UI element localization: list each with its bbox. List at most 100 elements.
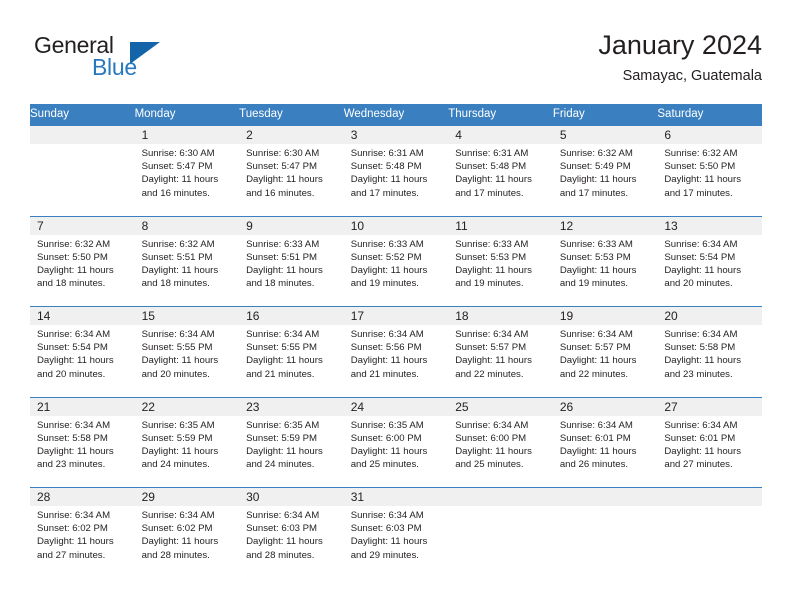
day-number[interactable]: 11	[448, 215, 553, 235]
day-number[interactable]: 15	[134, 306, 240, 325]
sunset-text: Sunset: 5:56 PM	[350, 342, 422, 354]
day-cell[interactable]: Sunrise: 6:34 AM Sunset: 5:58 PM Dayligh…	[657, 325, 762, 397]
day-cell[interactable]: Sunrise: 6:33 AM Sunset: 5:53 PM Dayligh…	[552, 234, 658, 307]
daylight-text-line1: Daylight: 11 hours	[559, 174, 637, 186]
daylight-text-line1: Daylight: 11 hours	[350, 445, 428, 457]
sunrise-text: Sunrise: 6:34 AM	[141, 510, 215, 521]
day-number[interactable]: 26	[552, 396, 658, 416]
day-cell[interactable]: Sunrise: 6:30 AM Sunset: 5:47 PM Dayligh…	[134, 144, 240, 216]
sunset-text: Sunset: 6:02 PM	[141, 523, 213, 535]
day-cell[interactable]: Sunrise: 6:34 AM Sunset: 5:58 PM Dayligh…	[30, 415, 135, 488]
day-number[interactable]	[448, 487, 553, 506]
day-cell[interactable]	[30, 144, 135, 216]
sunset-text: Sunset: 5:55 PM	[246, 342, 318, 354]
day-number[interactable]: 9	[239, 215, 344, 235]
day-number[interactable]: 13	[657, 215, 762, 235]
day-cell[interactable]: Sunrise: 6:35 AM Sunset: 5:59 PM Dayligh…	[239, 415, 344, 488]
sunrise-text: Sunrise: 6:34 AM	[664, 238, 738, 250]
sunrise-text: Sunrise: 6:34 AM	[455, 329, 529, 340]
daylight-text-line1: Daylight: 11 hours	[37, 445, 114, 457]
day-number[interactable]: 7	[30, 215, 135, 235]
day-number[interactable]: 4	[448, 125, 553, 144]
day-cell[interactable]: Sunrise: 6:33 AM Sunset: 5:53 PM Dayligh…	[448, 234, 553, 307]
day-cell[interactable]: Sunrise: 6:34 AM Sunset: 6:03 PM Dayligh…	[343, 506, 449, 578]
day-cell[interactable]: Sunrise: 6:34 AM Sunset: 5:57 PM Dayligh…	[552, 325, 658, 397]
weekday-header-monday: Monday	[134, 104, 240, 126]
day-number[interactable]: 17	[343, 306, 449, 325]
daylight-text-line1: Daylight: 11 hours	[37, 355, 114, 367]
day-cell[interactable]: Sunrise: 6:32 AM Sunset: 5:51 PM Dayligh…	[134, 234, 240, 307]
daylight-text-line2: and 29 minutes.	[350, 549, 419, 561]
day-cell[interactable]: Sunrise: 6:34 AM Sunset: 6:01 PM Dayligh…	[657, 415, 762, 488]
day-cell[interactable]: Sunrise: 6:33 AM Sunset: 5:52 PM Dayligh…	[343, 234, 449, 307]
sunrise-text: Sunrise: 6:34 AM	[559, 329, 633, 340]
day-number[interactable]: 22	[134, 396, 240, 416]
day-cell[interactable]: Sunrise: 6:34 AM Sunset: 6:02 PM Dayligh…	[30, 506, 135, 578]
day-number[interactable]: 24	[343, 396, 449, 416]
day-cell[interactable]: Sunrise: 6:35 AM Sunset: 6:00 PM Dayligh…	[343, 415, 449, 488]
day-number[interactable]	[552, 487, 658, 506]
day-number[interactable]: 6	[657, 125, 762, 144]
day-number[interactable]: 27	[657, 396, 762, 416]
day-cell[interactable]: Sunrise: 6:34 AM Sunset: 6:03 PM Dayligh…	[239, 506, 344, 578]
day-cell[interactable]: Sunrise: 6:32 AM Sunset: 5:50 PM Dayligh…	[30, 234, 135, 307]
general-blue-logo[interactable]: General Blue	[34, 32, 214, 88]
day-cell[interactable]: Sunrise: 6:31 AM Sunset: 5:48 PM Dayligh…	[448, 144, 553, 216]
day-number[interactable]: 19	[552, 306, 658, 325]
day-number[interactable]: 20	[657, 306, 762, 325]
week-info-row: Sunrise: 6:30 AM Sunset: 5:47 PM Dayligh…	[30, 144, 762, 216]
day-cell[interactable]: Sunrise: 6:34 AM Sunset: 5:54 PM Dayligh…	[30, 325, 135, 397]
day-cell[interactable]: Sunrise: 6:32 AM Sunset: 5:49 PM Dayligh…	[552, 144, 658, 216]
day-number[interactable]	[657, 487, 762, 506]
day-number[interactable]: 30	[239, 487, 344, 506]
day-cell[interactable]: Sunrise: 6:34 AM Sunset: 5:56 PM Dayligh…	[343, 325, 449, 397]
day-number[interactable]: 28	[30, 487, 135, 506]
day-cell[interactable]: Sunrise: 6:34 AM Sunset: 6:01 PM Dayligh…	[552, 415, 658, 488]
day-number[interactable]: 8	[134, 215, 240, 235]
daylight-text-line1: Daylight: 11 hours	[455, 445, 532, 457]
day-number[interactable]: 29	[134, 487, 240, 506]
day-cell[interactable]	[552, 506, 658, 578]
daylight-text-line1: Daylight: 11 hours	[350, 174, 428, 186]
sunset-text: Sunset: 5:48 PM	[455, 161, 527, 173]
week-daynumbers-row: 21 22 23 24 25 26 27	[30, 396, 762, 416]
week-daynumbers-row: 14 15 16 17 18 19 20	[30, 306, 762, 325]
day-number[interactable]: 2	[239, 125, 344, 144]
day-cell[interactable]: Sunrise: 6:34 AM Sunset: 5:55 PM Dayligh…	[239, 325, 344, 397]
day-number[interactable]: 25	[448, 396, 553, 416]
day-cell[interactable]: Sunrise: 6:32 AM Sunset: 5:50 PM Dayligh…	[657, 144, 762, 216]
daylight-text-line1: Daylight: 11 hours	[37, 264, 114, 276]
day-number[interactable]: 12	[552, 215, 658, 235]
logo-text-blue: Blue	[92, 54, 137, 80]
day-number[interactable]	[30, 125, 135, 144]
day-number[interactable]: 3	[343, 125, 449, 144]
day-cell[interactable]: Sunrise: 6:33 AM Sunset: 5:51 PM Dayligh…	[239, 234, 344, 307]
day-number[interactable]: 18	[448, 306, 553, 325]
day-cell[interactable]	[657, 506, 762, 578]
day-cell[interactable]: Sunrise: 6:30 AM Sunset: 5:47 PM Dayligh…	[239, 144, 344, 216]
day-cell[interactable]: Sunrise: 6:34 AM Sunset: 5:54 PM Dayligh…	[657, 234, 762, 307]
day-number[interactable]: 16	[239, 306, 344, 325]
day-cell[interactable]: Sunrise: 6:31 AM Sunset: 5:48 PM Dayligh…	[343, 144, 449, 216]
day-cell[interactable]	[448, 506, 553, 578]
week-daynumbers-row: 7 8 9 10 11 12 13	[30, 215, 762, 235]
day-cell[interactable]: Sunrise: 6:34 AM Sunset: 5:55 PM Dayligh…	[134, 325, 240, 397]
day-number[interactable]: 1	[134, 125, 240, 144]
day-number[interactable]: 5	[552, 125, 658, 144]
day-cell[interactable]: Sunrise: 6:34 AM Sunset: 5:57 PM Dayligh…	[448, 325, 553, 397]
day-number[interactable]: 10	[343, 215, 449, 235]
day-number[interactable]: 31	[343, 487, 449, 506]
day-number[interactable]: 14	[30, 306, 135, 325]
day-number[interactable]: 21	[30, 396, 135, 416]
day-cell[interactable]: Sunrise: 6:34 AM Sunset: 6:00 PM Dayligh…	[448, 415, 553, 488]
daylight-text-line1: Daylight: 11 hours	[559, 264, 637, 276]
sunrise-text: Sunrise: 6:33 AM	[350, 238, 424, 250]
sunset-text: Sunset: 5:47 PM	[141, 161, 213, 173]
sunrise-text: Sunrise: 6:35 AM	[246, 419, 320, 431]
week-info-row: Sunrise: 6:34 AM Sunset: 5:58 PM Dayligh…	[30, 415, 762, 488]
daylight-text-line2: and 21 minutes.	[350, 368, 419, 380]
day-cell[interactable]: Sunrise: 6:35 AM Sunset: 5:59 PM Dayligh…	[134, 415, 240, 488]
day-cell[interactable]: Sunrise: 6:34 AM Sunset: 6:02 PM Dayligh…	[134, 506, 240, 578]
sunset-text: Sunset: 5:52 PM	[350, 251, 422, 263]
day-number[interactable]: 23	[239, 396, 344, 416]
